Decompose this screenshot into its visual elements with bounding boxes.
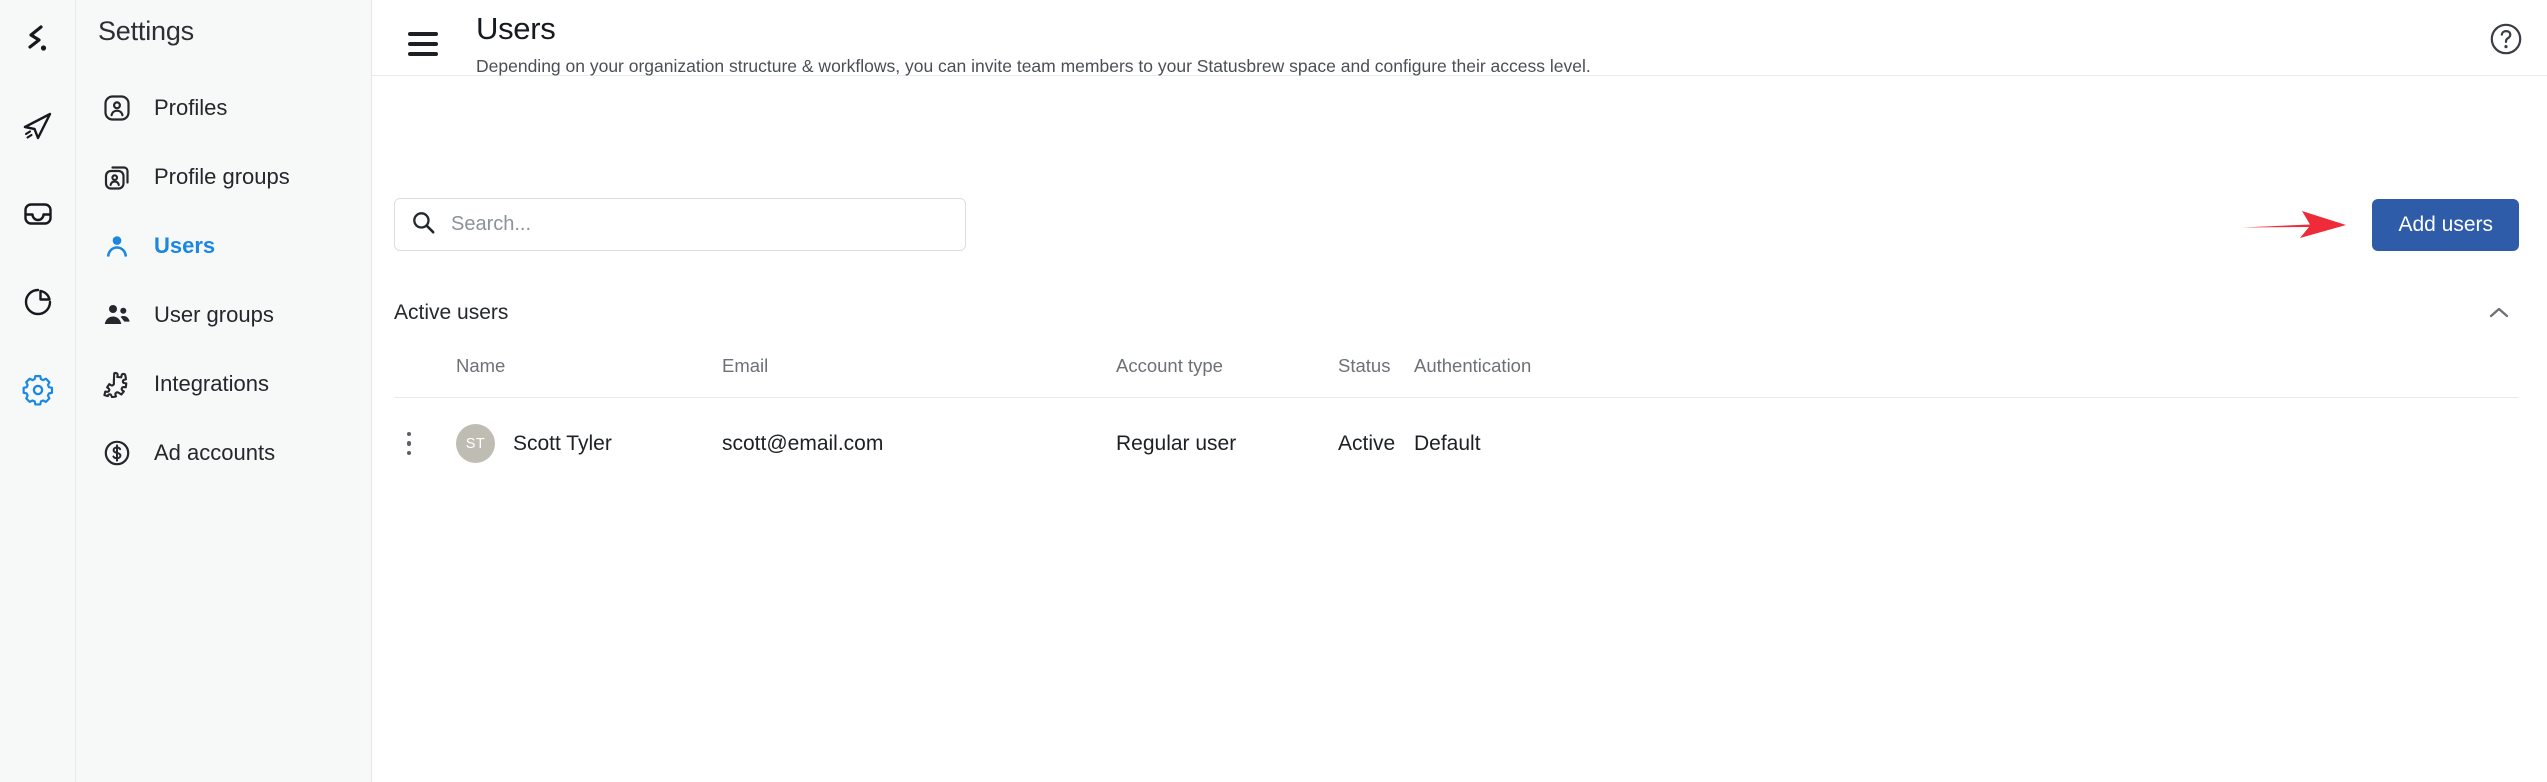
search-box[interactable] [394, 198, 966, 251]
sidebar-item-label: Ad accounts [154, 439, 276, 465]
users-table-body: ST Scott Tyler scott@email.com Regular u… [394, 398, 2519, 464]
page-title: Users [476, 11, 556, 46]
page-description: Depending on your organization structure… [476, 56, 1591, 77]
sidebar-item-users[interactable]: Users [76, 211, 371, 280]
column-header-email[interactable]: Email [722, 355, 1116, 398]
statusbrew-logo-icon[interactable] [12, 14, 64, 66]
sidebar-item-label: Profiles [154, 94, 228, 120]
column-header-account-type[interactable]: Account type [1116, 355, 1338, 398]
rail-item-reports[interactable] [12, 276, 64, 328]
row-actions-cell [394, 398, 456, 464]
settings-sidebar: Settings Profiles Profile groups Users U… [76, 0, 372, 782]
add-users-button[interactable]: Add users [2372, 198, 2519, 251]
column-header-authentication[interactable]: Authentication [1414, 355, 2519, 398]
puzzle-piece-icon [102, 369, 132, 399]
main-content: Users Depending on your organization str… [372, 0, 2547, 782]
avatar: ST [456, 424, 495, 463]
sidebar-title: Settings [98, 16, 194, 46]
section-header: Active users [394, 293, 2519, 333]
hamburger-menu-icon[interactable] [408, 22, 452, 66]
users-toolbar: Add users [372, 198, 2547, 251]
table-row[interactable]: ST Scott Tyler scott@email.com Regular u… [394, 398, 2519, 464]
search-icon [411, 210, 436, 240]
paper-plane-icon [21, 109, 55, 143]
table-header-row: Name Email Account type Status Authentic… [394, 355, 2519, 398]
people-icon [102, 300, 132, 330]
cell-name: ST Scott Tyler [456, 398, 722, 463]
person-icon [102, 231, 132, 261]
question-circle-icon[interactable] [2487, 20, 2525, 58]
title-block: Users Depending on your organization str… [476, 8, 1591, 77]
cell-account-type: Regular user [1116, 431, 1237, 455]
gear-icon [22, 374, 54, 406]
rail-item-inbox[interactable] [12, 188, 64, 240]
sidebar-nav-list: Profiles Profile groups Users User group… [76, 73, 371, 487]
sidebar-item-user-groups[interactable]: User groups [76, 280, 371, 349]
rail-item-publish[interactable] [12, 100, 64, 152]
dollar-circle-icon [102, 438, 132, 468]
kebab-menu-icon[interactable] [394, 429, 424, 459]
page-header: Users Depending on your organization str… [372, 0, 2547, 76]
user-name: Scott Tyler [513, 431, 612, 455]
sidebar-item-label: User groups [154, 301, 274, 327]
sidebar-item-profile-groups[interactable]: Profile groups [76, 142, 371, 211]
app-window: Settings Profiles Profile groups Users U… [0, 0, 2547, 782]
column-header-status[interactable]: Status [1338, 355, 1414, 398]
sidebar-item-ad-accounts[interactable]: Ad accounts [76, 418, 371, 487]
cell-status: Active [1338, 431, 1396, 455]
chevron-up-icon[interactable] [2483, 297, 2515, 329]
sidebar-item-profiles[interactable]: Profiles [76, 73, 371, 142]
rail-item-settings[interactable] [12, 364, 64, 416]
column-header-actions [394, 355, 456, 398]
inbox-tray-icon [22, 198, 54, 230]
users-table-head: Name Email Account type Status Authentic… [394, 355, 2519, 398]
sidebar-item-label: Users [154, 232, 216, 258]
users-table: Name Email Account type Status Authentic… [394, 355, 2519, 463]
app-icon-rail [0, 0, 76, 782]
sidebar-item-label: Profile groups [154, 163, 290, 189]
user-identity: ST Scott Tyler [456, 424, 722, 463]
column-header-name[interactable]: Name [456, 355, 722, 398]
section-title: Active users [394, 301, 509, 324]
toolbar-actions: Add users [2240, 198, 2519, 251]
sidebar-item-label: Integrations [154, 370, 269, 396]
search-input[interactable] [449, 212, 949, 237]
profile-card-icon [102, 93, 132, 123]
profile-cards-stack-icon [102, 162, 132, 192]
pie-chart-icon [22, 286, 54, 318]
sidebar-item-integrations[interactable]: Integrations [76, 349, 371, 418]
cell-email: scott@email.com [722, 431, 884, 455]
cell-authentication: Default [1414, 431, 1481, 455]
active-users-section: Active users Name Email Account type Sta… [372, 293, 2547, 463]
annotation-arrow-icon [2240, 205, 2350, 245]
